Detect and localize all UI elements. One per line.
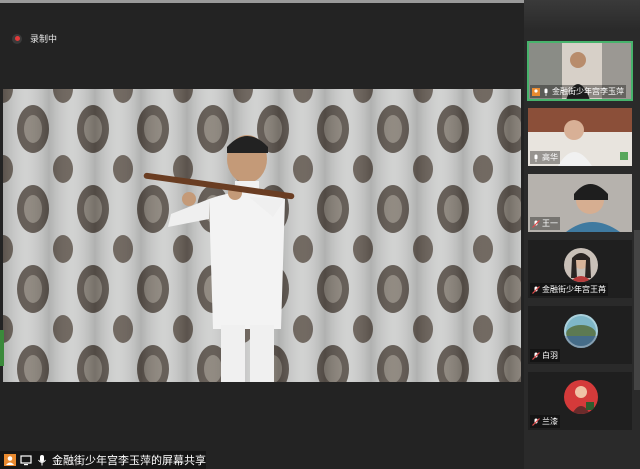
avatar — [564, 380, 598, 414]
left-resize-handle[interactable] — [0, 330, 4, 366]
main-stage: 录制中 金融街少年宫李玉萍的屏幕共享 — [0, 0, 524, 469]
participant-tile[interactable]: 兰漆 — [528, 372, 632, 430]
participant-sidebar: 金融街少年宫李玉萍 高华 王一 金融街少年宫王苒 白羽 兰漆 — [524, 0, 640, 469]
sidebar-header — [524, 0, 640, 30]
participant-label: 白羽 — [530, 349, 560, 362]
participant-name: 高华 — [542, 153, 558, 162]
microphone-muted-icon — [532, 417, 540, 426]
participant-tile[interactable]: 金融街少年宫王苒 — [528, 240, 632, 298]
microphone-icon — [36, 454, 48, 466]
shared-video — [3, 89, 521, 382]
participant-name: 白羽 — [542, 351, 558, 360]
user-icon — [532, 87, 540, 96]
microphone-icon — [534, 154, 538, 162]
participant-tile[interactable]: 金融街少年宫李玉萍 — [527, 41, 633, 101]
participant-tile[interactable]: 白羽 — [528, 306, 632, 364]
participant-label: 金融街少年宫李玉萍 — [530, 85, 626, 98]
recording-indicator[interactable]: 录制中 — [12, 32, 57, 45]
curtain-performance-scene — [3, 89, 521, 382]
participant-name: 金融街少年宫李玉萍 — [552, 87, 624, 96]
participant-label: 金融街少年宫王苒 — [530, 283, 608, 296]
microphone-muted-icon — [532, 285, 540, 294]
user-icon — [4, 454, 16, 466]
participant-label: 兰漆 — [530, 415, 560, 428]
avatar — [564, 314, 598, 348]
sidebar-scrollbar[interactable] — [634, 230, 640, 390]
participant-tile[interactable]: 高华 — [528, 108, 632, 166]
recording-icon — [12, 33, 22, 44]
screen-share-icon — [20, 454, 32, 466]
participant-tile[interactable]: 王一 — [528, 174, 632, 232]
participant-name: 王一 — [542, 219, 558, 228]
participant-label: 王一 — [530, 217, 560, 230]
top-divider — [0, 0, 524, 3]
participant-label: 高华 — [530, 151, 560, 164]
avatar — [564, 248, 598, 282]
microphone-icon — [544, 88, 548, 96]
screen-share-bar: 金融街少年宫李玉萍的屏幕共享 — [0, 451, 206, 469]
microphone-muted-icon — [532, 351, 540, 360]
recording-label: 录制中 — [30, 35, 58, 45]
participant-name: 金融街少年宫王苒 — [542, 285, 606, 294]
participant-name: 兰漆 — [542, 417, 558, 426]
screen-share-label: 金融街少年宫李玉萍的屏幕共享 — [52, 454, 206, 467]
microphone-muted-icon — [532, 219, 540, 228]
